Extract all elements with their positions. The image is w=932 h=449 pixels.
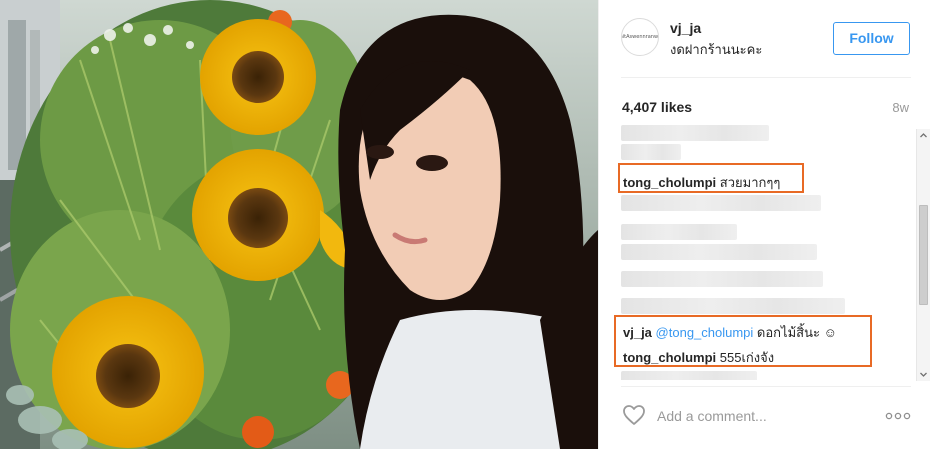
blurred-comment: [621, 195, 821, 211]
comments-scrollbar[interactable]: [916, 129, 930, 381]
blurred-comment: [621, 271, 823, 287]
sunflower-3: [52, 296, 204, 448]
post-username[interactable]: vj_ja: [670, 20, 701, 36]
blurred-comment: [621, 371, 757, 380]
header-divider: [621, 77, 911, 78]
blurred-comment: [621, 224, 737, 240]
sunflower-1: [200, 19, 316, 135]
avatar[interactable]: sanitAswennranwork: [621, 18, 659, 56]
avatar-logo-text: sanitAswennranwork: [622, 34, 659, 40]
more-options-icon[interactable]: [885, 410, 911, 422]
sunflower-2: [192, 149, 324, 281]
highlight-box: [614, 315, 872, 367]
blurred-comment: [621, 144, 681, 160]
compose-divider: [621, 386, 911, 387]
blurred-comment: [621, 125, 769, 141]
scroll-up-arrow-icon[interactable]: [917, 129, 930, 142]
post-timestamp[interactable]: 8w: [892, 100, 909, 115]
blurred-comment: [621, 298, 845, 314]
blurred-comment: [621, 244, 817, 260]
photo-illustration: [0, 0, 598, 449]
follow-button[interactable]: Follow: [833, 22, 910, 55]
post-details-panel: sanitAswennranwork vj_ja งดฝากร้านนะคะ F…: [598, 0, 932, 449]
post-header: sanitAswennranwork vj_ja งดฝากร้านนะคะ F…: [599, 0, 932, 78]
highlight-box: [618, 163, 804, 193]
post-photo[interactable]: [0, 0, 598, 449]
heart-icon[interactable]: [622, 404, 646, 426]
likes-count[interactable]: 4,407 likes: [622, 99, 692, 115]
post-location[interactable]: งดฝากร้านนะคะ: [670, 39, 762, 60]
comment-input[interactable]: [657, 404, 877, 428]
comments-list: tong_cholumpi สวยมากๆๆ vj_ja @tong_cholu…: [599, 122, 932, 380]
scroll-down-arrow-icon[interactable]: [917, 368, 930, 381]
scroll-thumb[interactable]: [919, 205, 928, 305]
